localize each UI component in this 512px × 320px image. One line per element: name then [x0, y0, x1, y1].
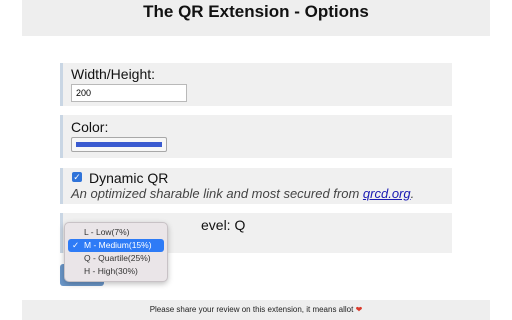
option-low[interactable]: L - Low(7%) — [68, 226, 164, 239]
dynamic-description-text: An optimized sharable link and most secu… — [71, 186, 363, 201]
error-correction-label: evel: Q — [201, 217, 246, 233]
dynamic-section: ✓ Dynamic QR An optimized sharable link … — [60, 168, 452, 204]
footer-text: Please share your review on this extensi… — [149, 305, 354, 314]
option-medium[interactable]: ✓ M - Medium(15%) — [68, 239, 164, 252]
option-quartile[interactable]: Q - Quartile(25%) — [68, 252, 164, 265]
dynamic-description-suffix: . — [410, 186, 415, 201]
color-swatch — [76, 142, 162, 147]
check-icon: ✓ — [72, 240, 80, 250]
error-correction-dropdown[interactable]: L - Low(7%) ✓ M - Medium(15%) Q - Quartil… — [64, 222, 168, 282]
size-label: Width/Height: — [71, 66, 156, 82]
size-input[interactable] — [71, 84, 187, 102]
heart-icon: ❤ — [355, 305, 363, 314]
dynamic-description: An optimized sharable link and most secu… — [71, 186, 414, 201]
dynamic-checkbox[interactable]: ✓ — [72, 172, 82, 182]
size-section: Width/Height: — [60, 63, 452, 106]
page-title: The QR Extension - Options — [143, 2, 369, 21]
qrcd-link[interactable]: qrcd.org — [363, 186, 411, 201]
color-label: Color: — [71, 119, 109, 135]
color-picker[interactable] — [71, 137, 167, 152]
page-header: The QR Extension - Options — [22, 0, 490, 36]
dynamic-label: Dynamic QR — [89, 170, 169, 186]
option-medium-label: M - Medium(15%) — [84, 240, 152, 250]
option-high[interactable]: H - High(30%) — [68, 265, 164, 278]
option-quartile-label: Q - Quartile(25%) — [84, 253, 151, 263]
option-high-label: H - High(30%) — [84, 266, 138, 276]
color-section: Color: — [60, 115, 452, 158]
option-low-label: L - Low(7%) — [84, 227, 130, 237]
footer: Please share your review on this extensi… — [22, 300, 490, 320]
